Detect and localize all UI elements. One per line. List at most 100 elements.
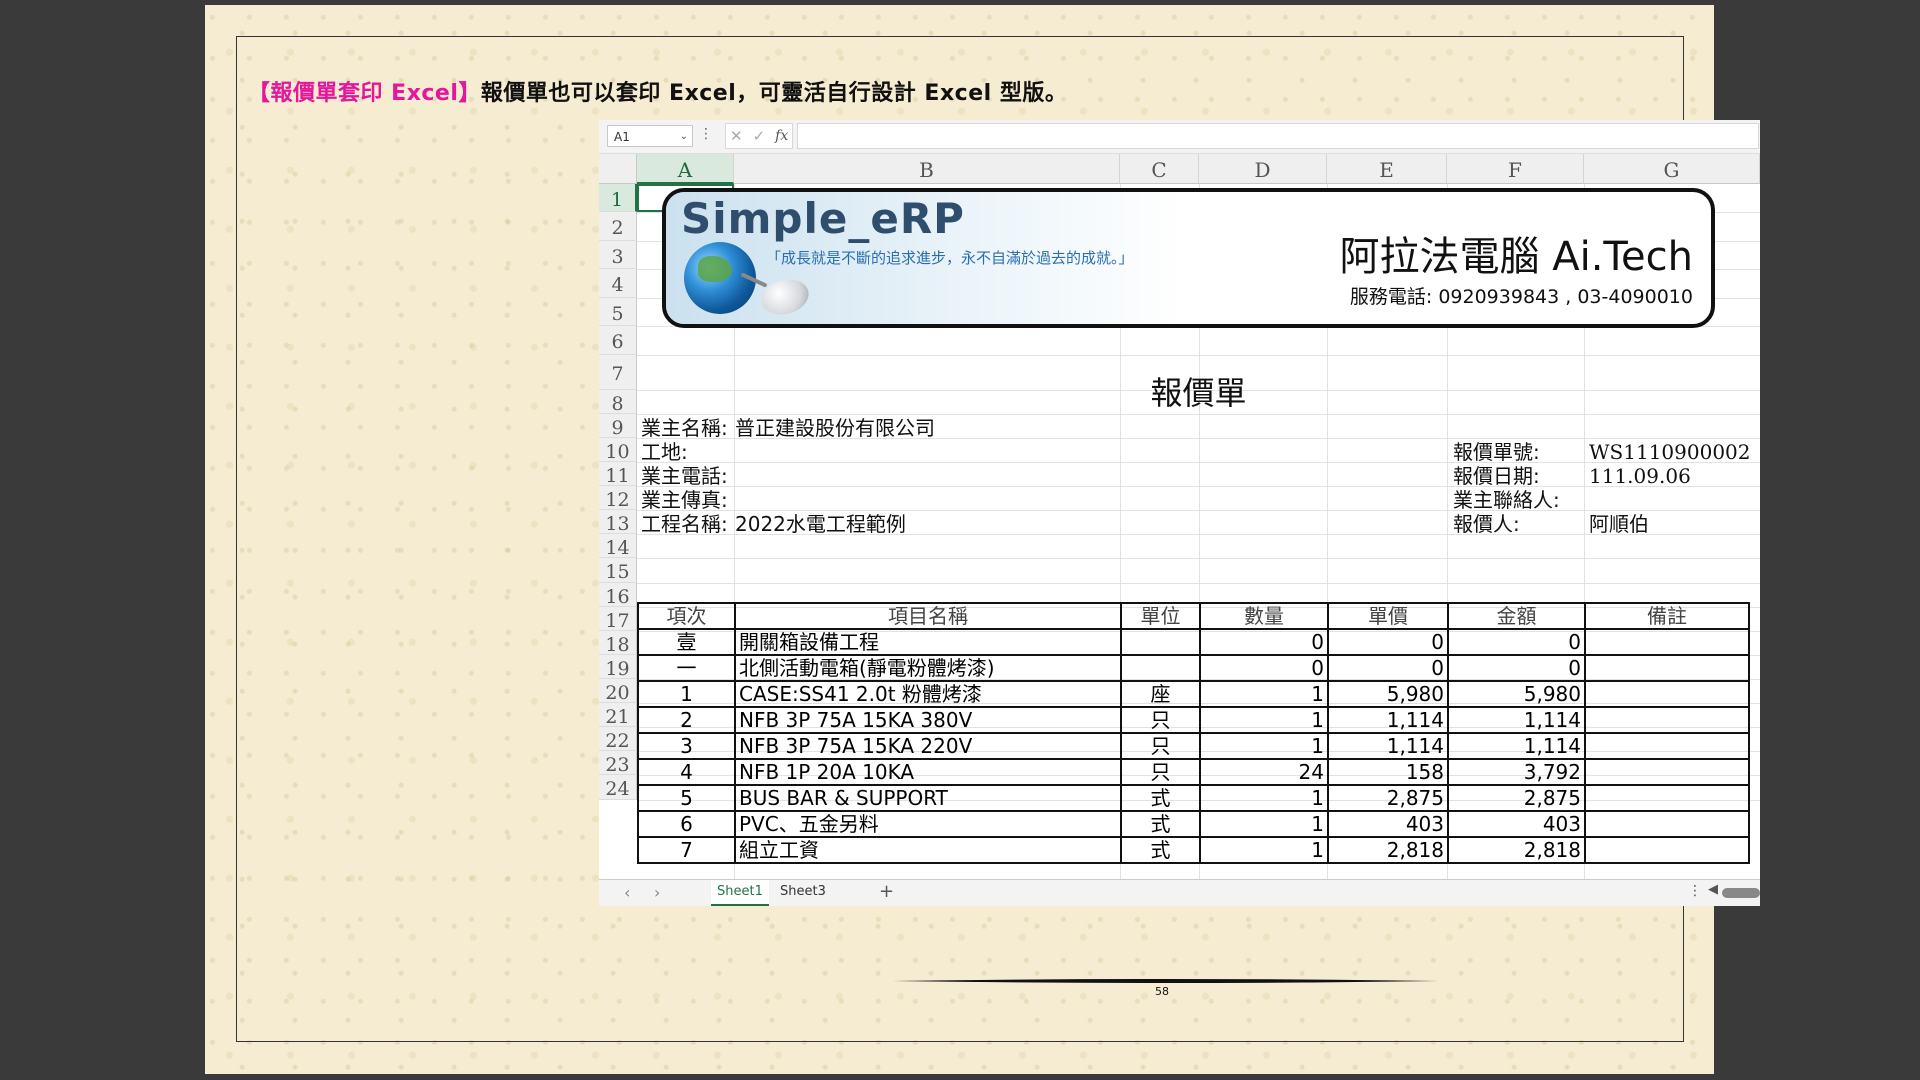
cell-qty[interactable]: 24: [1199, 758, 1329, 786]
cell-price[interactable]: 158: [1327, 758, 1449, 786]
cell-price[interactable]: 0: [1327, 628, 1449, 656]
cell-amount[interactable]: 1,114: [1447, 706, 1586, 734]
row-header-22[interactable]: 22: [599, 727, 637, 752]
row-header-2[interactable]: 2: [599, 212, 637, 241]
row-header-7[interactable]: 7: [599, 355, 637, 390]
cell-item[interactable]: 2: [637, 706, 736, 734]
row-header-23[interactable]: 23: [599, 751, 637, 776]
row-header-13[interactable]: 13: [599, 510, 637, 535]
cell-note[interactable]: [1584, 654, 1750, 682]
cell-item[interactable]: 一: [637, 654, 736, 682]
row-header-9[interactable]: 9: [599, 414, 637, 439]
cell-name[interactable]: 組立工資: [734, 836, 1122, 864]
row-header-17[interactable]: 17: [599, 607, 637, 632]
cell-item[interactable]: 7: [637, 836, 736, 864]
cell-note[interactable]: [1584, 836, 1750, 864]
cell-price[interactable]: 2,875: [1327, 784, 1449, 812]
column-header-e[interactable]: E: [1327, 154, 1447, 184]
cell-name[interactable]: BUS BAR & SUPPORT: [734, 784, 1122, 812]
cell-price[interactable]: 1,114: [1327, 706, 1449, 734]
cell-name[interactable]: 開關箱設備工程: [734, 628, 1122, 656]
cell-unit[interactable]: 式: [1120, 784, 1201, 812]
check-icon[interactable]: ✓: [753, 127, 766, 145]
cell-note[interactable]: [1584, 628, 1750, 656]
cell-amount[interactable]: 5,980: [1447, 680, 1586, 708]
row-header-21[interactable]: 21: [599, 703, 637, 728]
cancel-icon[interactable]: ✕: [730, 127, 743, 145]
cell-name[interactable]: NFB 1P 20A 10KA: [734, 758, 1122, 786]
next-sheet-icon[interactable]: ›: [654, 883, 660, 902]
row-header-3[interactable]: 3: [599, 241, 637, 269]
chevron-down-icon[interactable]: ⌄: [680, 126, 688, 148]
cell-unit[interactable]: 座: [1120, 680, 1201, 708]
add-sheet-button[interactable]: +: [879, 881, 894, 902]
row-header-24[interactable]: 24: [599, 775, 637, 800]
column-header-b[interactable]: B: [734, 154, 1120, 184]
cell-item[interactable]: 4: [637, 758, 736, 786]
column-header-a[interactable]: A: [637, 154, 734, 184]
row-header-11[interactable]: 11: [599, 462, 637, 487]
row-header-14[interactable]: 14: [599, 534, 637, 559]
cell-amount[interactable]: 0: [1447, 654, 1586, 682]
cell-qty[interactable]: 1: [1199, 810, 1329, 838]
more-icon[interactable]: ⋮: [1688, 883, 1702, 899]
cell-price[interactable]: 403: [1327, 810, 1449, 838]
cell-unit[interactable]: 只: [1120, 732, 1201, 760]
cell-qty[interactable]: 1: [1199, 732, 1329, 760]
cell-unit[interactable]: 只: [1120, 706, 1201, 734]
row-header-12[interactable]: 12: [599, 486, 637, 511]
row-header-1[interactable]: 1: [599, 184, 637, 212]
cell-note[interactable]: [1584, 810, 1750, 838]
row-header-10[interactable]: 10: [599, 438, 637, 463]
cell-note[interactable]: [1584, 758, 1750, 786]
cell-note[interactable]: [1584, 706, 1750, 734]
cell-unit[interactable]: 式: [1120, 810, 1201, 838]
tab-sheet1[interactable]: Sheet1: [711, 880, 769, 906]
cell-item[interactable]: 6: [637, 810, 736, 838]
column-header-c[interactable]: C: [1120, 154, 1199, 184]
cell-price[interactable]: 0: [1327, 654, 1449, 682]
cell-item[interactable]: 壹: [637, 628, 736, 656]
scroll-left-icon[interactable]: ◀: [1708, 882, 1718, 897]
cell-qty[interactable]: 0: [1199, 654, 1329, 682]
cell-unit[interactable]: [1120, 628, 1201, 656]
more-icon[interactable]: ⋮: [699, 126, 713, 142]
cell-unit[interactable]: [1120, 654, 1201, 682]
row-header-20[interactable]: 20: [599, 679, 637, 704]
cell-unit[interactable]: 只: [1120, 758, 1201, 786]
cell-item[interactable]: 1: [637, 680, 736, 708]
select-all-corner[interactable]: [599, 154, 637, 184]
prev-sheet-icon[interactable]: ‹: [624, 883, 630, 902]
row-header-6[interactable]: 6: [599, 326, 637, 355]
cell-item[interactable]: 5: [637, 784, 736, 812]
horizontal-scrollbar[interactable]: [1722, 888, 1760, 898]
formula-input[interactable]: [797, 123, 1759, 149]
cell-amount[interactable]: 403: [1447, 810, 1586, 838]
cell-amount[interactable]: 3,792: [1447, 758, 1586, 786]
row-header-16[interactable]: 16: [599, 583, 637, 608]
cell-qty[interactable]: 1: [1199, 680, 1329, 708]
column-header-d[interactable]: D: [1199, 154, 1327, 184]
cell-item[interactable]: 3: [637, 732, 736, 760]
cell-note[interactable]: [1584, 680, 1750, 708]
row-header-18[interactable]: 18: [599, 631, 637, 656]
cell-qty[interactable]: 1: [1199, 784, 1329, 812]
row-header-15[interactable]: 15: [599, 558, 637, 583]
row-header-8[interactable]: 8: [599, 390, 637, 415]
cell-qty[interactable]: 1: [1199, 836, 1329, 864]
cell-amount[interactable]: 2,875: [1447, 784, 1586, 812]
row-header-5[interactable]: 5: [599, 298, 637, 326]
cell-amount[interactable]: 2,818: [1447, 836, 1586, 864]
cell-unit[interactable]: 式: [1120, 836, 1201, 864]
column-header-f[interactable]: F: [1447, 154, 1584, 184]
cell-price[interactable]: 5,980: [1327, 680, 1449, 708]
cell-price[interactable]: 2,818: [1327, 836, 1449, 864]
row-header-19[interactable]: 19: [599, 655, 637, 680]
cell-note[interactable]: [1584, 784, 1750, 812]
tab-sheet3[interactable]: Sheet3: [774, 880, 832, 904]
cell-qty[interactable]: 1: [1199, 706, 1329, 734]
cell-name[interactable]: NFB 3P 75A 15KA 220V: [734, 732, 1122, 760]
cell-name[interactable]: CASE:SS41 2.0t 粉體烤漆: [734, 680, 1122, 708]
cell-name[interactable]: NFB 3P 75A 15KA 380V: [734, 706, 1122, 734]
cell-qty[interactable]: 0: [1199, 628, 1329, 656]
